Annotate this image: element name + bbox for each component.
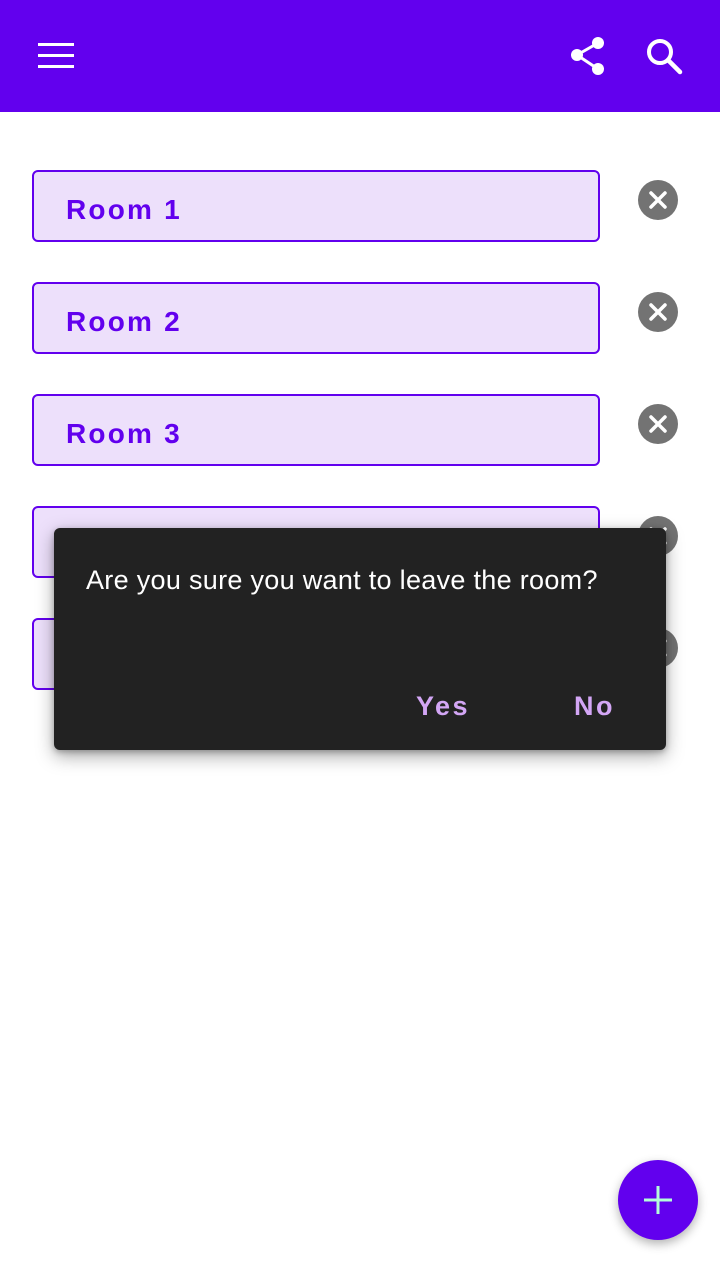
- menu-button[interactable]: [28, 28, 84, 84]
- add-room-button[interactable]: [618, 1160, 698, 1240]
- no-button[interactable]: No: [574, 688, 615, 724]
- room-item: Room 1: [32, 170, 600, 242]
- menu-icon: [38, 43, 74, 68]
- dialog-message: Are you sure you want to leave the room?: [86, 565, 598, 595]
- top-app-bar: [0, 0, 720, 112]
- share-button[interactable]: [560, 28, 616, 84]
- room-item: Room 2: [32, 282, 600, 354]
- room-button[interactable]: Room 2: [32, 282, 600, 354]
- room-button[interactable]: Room 1: [32, 170, 600, 242]
- close-icon: [649, 415, 667, 433]
- close-icon: [649, 303, 667, 321]
- search-icon: [647, 39, 683, 75]
- room-button[interactable]: Room 3: [32, 394, 600, 466]
- remove-room-button[interactable]: [638, 292, 678, 332]
- room-label: Room 3: [66, 418, 182, 449]
- remove-room-button[interactable]: [638, 180, 678, 220]
- yes-button[interactable]: Yes: [416, 688, 470, 724]
- remove-room-button[interactable]: [638, 404, 678, 444]
- add-icon: [644, 1186, 672, 1214]
- room-item: Room 3: [32, 394, 600, 466]
- close-icon: [649, 191, 667, 209]
- room-label: Room 1: [66, 194, 182, 225]
- share-icon: [571, 37, 604, 75]
- room-label: Room 2: [66, 306, 182, 337]
- screen: Room 1 Room 2 Room 3 Are you sure you wa…: [0, 0, 720, 1280]
- search-button[interactable]: [636, 28, 692, 84]
- leave-room-dialog: Are you sure you want to leave the room?…: [54, 528, 666, 750]
